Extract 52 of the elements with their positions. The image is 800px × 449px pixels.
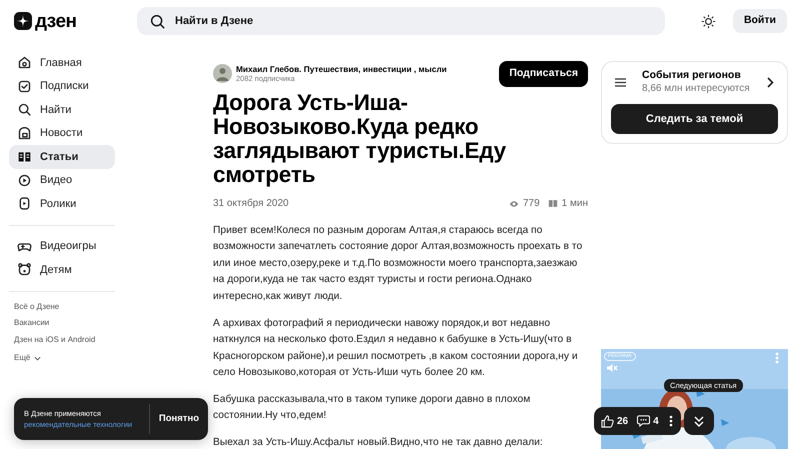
sidebar-item[interactable]: Подписки	[9, 74, 115, 98]
chevron-right-icon[interactable]	[767, 76, 774, 88]
comments-button[interactable]: 4	[634, 412, 662, 430]
footer-link[interactable]: Дзен на iOS и Android	[9, 334, 125, 350]
sidebar-item[interactable]: Видео	[9, 168, 115, 192]
got-it-button[interactable]: Понятно	[148, 404, 208, 434]
article-paragraph: Бабушка рассказывала,что в таком тупике дороги давно в плохом состоянии.Ну что,едем!	[213, 392, 532, 424]
article-title: Дорога Усть-Иша-Новозыково.Куда редко заглядывают туристы.Еду смотреть	[213, 90, 507, 187]
sidebar-item[interactable]: Детям	[9, 258, 115, 282]
sidebar-item[interactable]: Найти	[9, 98, 115, 122]
sidebar-item[interactable]: Статьи	[9, 145, 115, 168]
sun-icon[interactable]	[700, 14, 716, 28]
topic-title[interactable]: События регионов	[642, 68, 767, 82]
article-paragraph: А архивах фотографий я периодически навожу порядок,и вот недавно наткнулся на несколько фото.Ездил я недавно к бабушке в Усть-Ишу(что в Красногорском районе),и решил посмотреть ,в каком состоянии дорога,ну и село Новозыково,которая от Усть-Иши чуть более 20 км.	[213, 316, 579, 380]
publish-date: 31 октября 2020	[213, 197, 290, 212]
logo-icon	[14, 12, 32, 30]
sidebar-item[interactable]: Новости	[9, 122, 115, 145]
follow-topic-button[interactable]: Следить за темой	[611, 104, 778, 134]
bear-icon	[17, 262, 32, 278]
author-name[interactable]: Михаил Глебов. Путешествия, инвестиции , мысли	[236, 64, 500, 74]
article-paragraph: Выехал за Усть-Ишу.Асфальт новый.Видно,что не так давно делали:	[213, 436, 543, 449]
checkbox-icon	[17, 78, 32, 94]
eye-icon	[508, 200, 519, 208]
avatar[interactable]	[213, 64, 232, 84]
more-link[interactable]: Ещё	[9, 350, 125, 366]
sidebar-item[interactable]: Главная	[9, 51, 115, 74]
logo-text: дзен	[35, 12, 77, 30]
sidebar-item[interactable]: Ролики	[9, 192, 115, 216]
play-icon	[17, 172, 32, 188]
article-paragraph: Привет всем!Колеся по разным дорогам Алтая,я стараюсь всегда по возможности запечатлеть состояние дорог Алтая,возможность проехать в то или иное место,озеру,реке и т.д.По возможности моего транспорта,заезжаю на дороги,куда не так часто ездят туристы и гости региона.Однако интересно,как живут люди.	[213, 224, 584, 304]
view-count: 779	[522, 197, 540, 212]
search-field[interactable]: Найти в Дзене	[137, 7, 665, 35]
next-article-button[interactable]	[684, 407, 714, 435]
comment-icon	[637, 415, 650, 427]
read-time: 1 мин	[562, 197, 588, 212]
login-button[interactable]: Войти	[732, 9, 787, 33]
more-icon[interactable]	[668, 415, 673, 427]
footer-link[interactable]: Всё о Дзене	[9, 300, 125, 317]
sidebar-item[interactable]: Видеоигры	[9, 234, 115, 258]
footer-link[interactable]: Вакансии	[9, 317, 125, 334]
book-icon	[548, 199, 558, 208]
thumbs-up-icon	[601, 414, 614, 428]
chevron-down-icon	[34, 356, 42, 361]
double-chevron-down-icon	[694, 416, 704, 426]
like-button[interactable]: 26	[598, 412, 632, 430]
newspaper-icon	[17, 126, 32, 141]
subscribe-button[interactable]: Подписаться	[499, 61, 588, 87]
home-icon	[17, 55, 32, 70]
phone-play-icon	[17, 196, 32, 212]
search-icon	[17, 102, 32, 118]
menu-icon	[615, 78, 626, 86]
topic-followers: 8,66 млн интересуются	[642, 82, 751, 96]
